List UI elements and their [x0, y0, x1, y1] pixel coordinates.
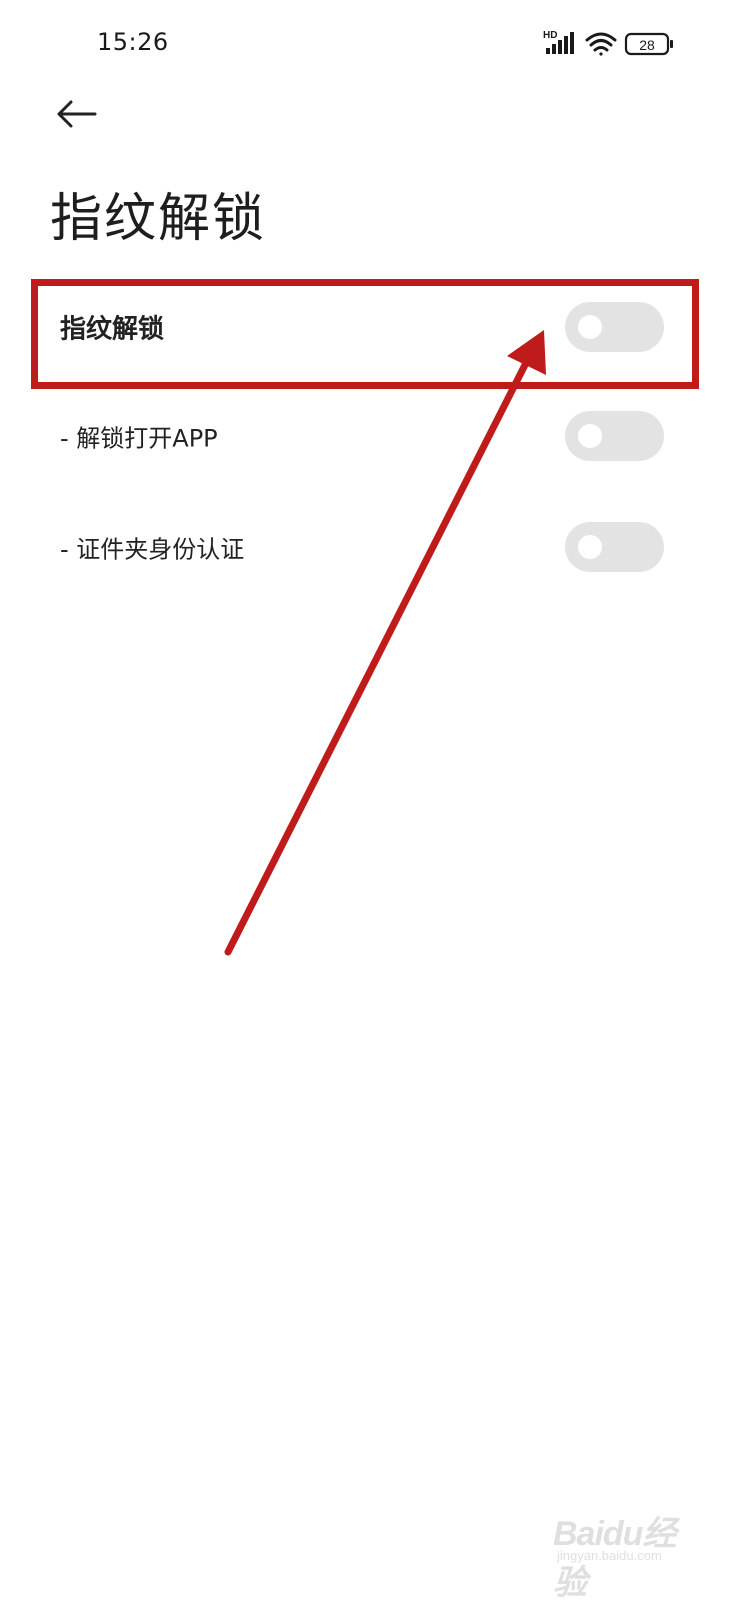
setting-row-id-wallet-auth: - 证件夹身份认证 [0, 497, 738, 597]
toggle-knob [578, 424, 602, 448]
status-icons: HD 28 [543, 30, 673, 56]
back-button[interactable] [50, 90, 106, 138]
fingerprint-unlock-toggle[interactable] [565, 302, 664, 352]
toggle-knob [578, 315, 602, 339]
back-arrow-icon [57, 100, 97, 128]
setting-label: - 证件夹身份认证 [60, 535, 245, 564]
setting-label: 指纹解锁 [60, 314, 165, 345]
watermark-sub: jingyan.baidu.com [557, 1548, 662, 1563]
battery-icon: 28 [624, 32, 673, 56]
baidu-watermark: Baidu经验 jingyan.baidu.com [553, 1500, 693, 1602]
status-bar: 15:26 HD 28 [0, 0, 738, 80]
toggle-knob [578, 535, 602, 559]
battery-level: 28 [639, 37, 655, 53]
setting-row-unlock-open-app: - 解锁打开APP [0, 386, 738, 486]
setting-label: - 解锁打开APP [60, 424, 218, 453]
status-time: 15:26 [97, 28, 169, 56]
unlock-open-app-toggle[interactable] [565, 411, 664, 461]
page-title: 指纹解锁 [50, 189, 267, 249]
id-wallet-auth-toggle[interactable] [565, 522, 664, 572]
hd-badge: HD [543, 30, 557, 41]
setting-row-fingerprint-unlock: 指纹解锁 [0, 277, 738, 377]
wifi-icon [585, 32, 617, 56]
